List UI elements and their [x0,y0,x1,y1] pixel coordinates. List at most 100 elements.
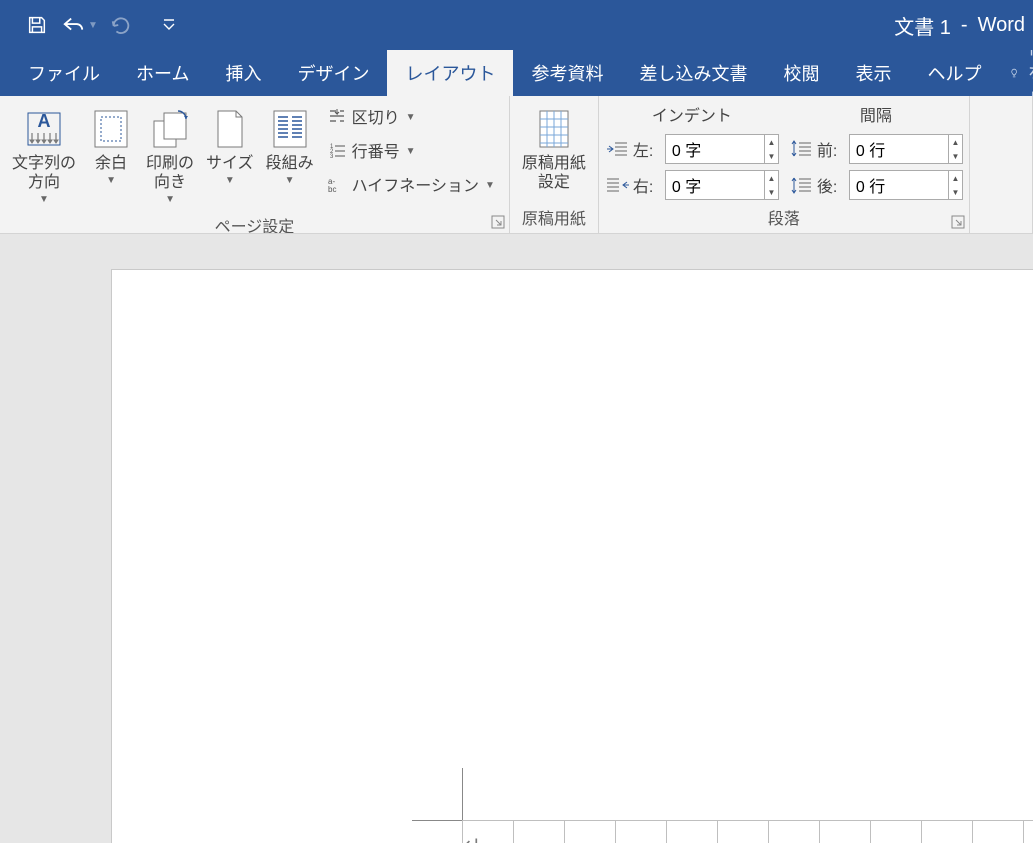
hyphenation-button[interactable]: a-bc ハイフネーション ▼ [324,170,499,198]
spin-up[interactable]: ▲ [765,135,778,149]
group-genkou: 原稿用紙 設定 原稿用紙 [510,96,599,233]
svg-text:bc: bc [328,185,336,193]
orientation-label: 印刷の 向き [146,154,194,192]
indent-left-label: 左: [633,137,661,161]
app-name: Word [978,14,1025,37]
orientation-icon [148,107,192,151]
tab-design[interactable]: デザイン [279,50,387,96]
save-button[interactable] [26,14,48,36]
spacing-after-spinner[interactable]: ▲▼ [849,170,963,200]
page-size-icon [212,107,248,151]
margin-guide-horizontal [412,820,462,821]
dropdown-arrow-icon: ▼ [285,175,295,186]
group-label-page-setup: ページ設定 [6,209,503,234]
line-numbers-icon: 123 [328,141,346,159]
text-direction-label: 文字列の 方向 [12,154,76,192]
dropdown-arrow-icon[interactable]: ▼ [88,20,98,31]
spin-up[interactable]: ▲ [765,171,778,185]
indent-right-icon [605,174,629,196]
columns-button[interactable]: 段組み ▼ [260,100,320,190]
spacing-header: 間隔 [789,100,963,128]
svg-text:A: A [38,111,51,131]
spin-down[interactable]: ▼ [949,185,962,199]
group-page-setup: A 文字列の 方向 ▼ 余白 ▼ 印刷の 向き ▼ サイズ ▼ 段組み [0,96,510,233]
indent-left-spinner[interactable]: ▲▼ [665,134,779,164]
indent-left-input[interactable] [666,140,764,158]
genkou-grid [462,820,1033,843]
spacing-before-icon [789,138,813,160]
tab-view[interactable]: 表示 [837,50,909,96]
ribbon: A 文字列の 方向 ▼ 余白 ▼ 印刷の 向き ▼ サイズ ▼ 段組み [0,96,1033,234]
margins-label: 余白 [95,154,127,173]
document-area[interactable]: ↵ [0,234,1033,843]
spacing-before-spinner[interactable]: ▲▼ [849,134,963,164]
tab-references[interactable]: 参考資料 [513,50,621,96]
redo-button[interactable] [110,14,132,36]
group-label-genkou: 原稿用紙 [516,201,592,231]
dropdown-arrow-icon: ▼ [406,112,416,123]
spin-down[interactable]: ▼ [949,149,962,163]
tab-mailings[interactable]: 差し込み文書 [621,50,765,96]
spacing-before-label: 前: [817,137,845,161]
line-numbers-button[interactable]: 123 行番号 ▼ [324,136,499,164]
indent-right-spinner[interactable]: ▲▼ [665,170,779,200]
dropdown-arrow-icon: ▼ [225,175,235,186]
page[interactable]: ↵ [112,270,1033,843]
tab-help[interactable]: ヘルプ [909,50,999,96]
title-separator: - [961,14,968,37]
group-paragraph: インデント 左: ▲▼ 右: ▲▼ [599,96,970,233]
columns-label: 段組み [266,154,314,173]
save-icon [26,14,48,36]
tell-me-search[interactable]: 何をし [999,50,1033,96]
orientation-button[interactable]: 印刷の 向き ▼ [140,100,200,209]
breaks-label: 区切り [352,104,400,128]
document-name: 文書 1 [894,11,951,40]
spin-up[interactable]: ▲ [949,135,962,149]
tab-review[interactable]: 校閲 [765,50,837,96]
indent-right-label: 右: [633,173,661,197]
chevron-down-icon [162,18,176,32]
tab-file[interactable]: ファイル [10,50,118,96]
undo-icon [60,14,86,36]
group-label-paragraph: 段落 [605,201,963,231]
dropdown-arrow-icon: ▼ [39,194,49,205]
hyphenation-icon: a-bc [328,175,346,193]
dropdown-arrow-icon: ▼ [406,146,416,157]
margins-button[interactable]: 余白 ▼ [82,100,140,190]
undo-button[interactable]: ▼ [60,14,98,36]
spacing-before-input[interactable] [850,140,948,158]
tab-home[interactable]: ホーム [118,50,207,96]
ribbon-tabs: ファイル ホーム 挿入 デザイン レイアウト 参考資料 差し込み文書 校閲 表示… [0,50,1033,96]
dialog-launcher-paragraph[interactable] [951,215,965,229]
tab-insert[interactable]: 挿入 [207,50,279,96]
spacing-after-input[interactable] [850,176,948,194]
tab-layout[interactable]: レイアウト [387,50,513,96]
indent-right-input[interactable] [666,176,764,194]
dropdown-arrow-icon: ▼ [165,194,175,205]
spin-down[interactable]: ▼ [765,185,778,199]
svg-text:3: 3 [330,154,334,159]
genkou-settings-button[interactable]: 原稿用紙 設定 [516,100,592,196]
dropdown-arrow-icon: ▼ [485,180,495,191]
redo-icon [110,14,132,36]
breaks-button[interactable]: 区切り ▼ [324,102,499,130]
line-numbers-label: 行番号 [352,138,400,162]
size-button[interactable]: サイズ ▼ [200,100,260,190]
customize-qat-button[interactable] [162,18,176,32]
size-label: サイズ [206,154,254,173]
title-bar: ▼ 文書 1 - Word [0,0,1033,50]
indent-left-icon [605,138,629,160]
hyphenation-label: ハイフネーション [352,172,479,196]
dialog-launcher-page-setup[interactable] [491,215,505,229]
text-direction-icon: A [22,107,66,151]
breaks-icon [328,107,346,125]
dropdown-arrow-icon: ▼ [106,175,116,186]
spacing-after-icon [789,174,813,196]
spin-up[interactable]: ▲ [949,171,962,185]
spin-down[interactable]: ▼ [765,149,778,163]
text-direction-button[interactable]: A 文字列の 方向 ▼ [6,100,82,209]
indent-header: インデント [605,100,779,128]
window-title: 文書 1 - Word [894,0,1025,50]
columns-icon [270,107,310,151]
group-arrange-partial [970,96,1033,233]
